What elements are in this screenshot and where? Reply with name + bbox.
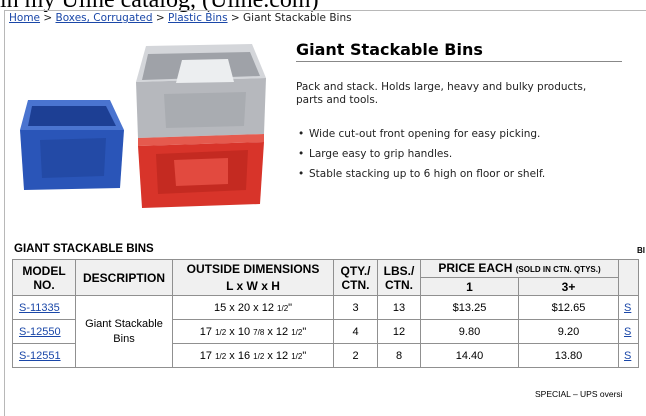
breadcrumb-separator: > xyxy=(152,12,168,24)
header-price-tier-1: 1 xyxy=(420,277,519,296)
model-cell: S-12550 xyxy=(12,319,76,344)
qty-cell: 4 xyxy=(333,319,378,344)
inch-mark: " xyxy=(288,301,293,314)
breadcrumb-current: Giant Stackable Bins xyxy=(243,12,352,24)
feature-item: Stable stacking up to 6 high on floor or… xyxy=(296,164,545,184)
model-cell: S-11335 xyxy=(12,295,76,320)
breadcrumb-plastic-bins-link[interactable]: Plastic Bins xyxy=(168,12,228,24)
specs-table: MODEL NO. DESCRIPTION OUTSIDE DIMENSIONS… xyxy=(12,259,639,368)
product-description: Pack and stack. Holds large, heavy and b… xyxy=(296,81,587,106)
footnote: SPECIAL – UPS oversi xyxy=(535,389,623,399)
dim-height: 12 xyxy=(275,349,289,362)
header-qty-ctn: QTY./ CTN. xyxy=(333,259,378,296)
blue-bin-illustration xyxy=(20,100,124,190)
clipped-link[interactable]: S xyxy=(619,302,638,314)
model-cell: S-12551 xyxy=(12,343,76,368)
model-link[interactable]: S-12550 xyxy=(13,326,75,338)
product-title: Giant Stackable Bins xyxy=(296,40,483,59)
dim-height-fraction: 1/2 xyxy=(291,327,303,337)
clipped-link-cell: S xyxy=(618,295,639,320)
header-lbs-ctn: LBS./ CTN. xyxy=(377,259,421,296)
dimensions-cell: 15 x 20 x 12 1/2" xyxy=(172,295,334,320)
header-description: DESCRIPTION xyxy=(75,259,173,296)
dimensions-cell: 17 1/2 x 16 1/2 x 12 1/2" xyxy=(172,343,334,368)
clipped-edge-text: BI xyxy=(637,246,645,255)
qty-cell: 3 xyxy=(333,295,378,320)
breadcrumb: Home > Boxes, Corrugated > Plastic Bins … xyxy=(9,12,352,24)
model-link[interactable]: S-12551 xyxy=(13,350,75,362)
qty-cell: 2 xyxy=(333,343,378,368)
feature-item: Wide cut-out front opening for easy pick… xyxy=(296,124,545,144)
header-price-tier-3plus: 3+ xyxy=(518,277,619,296)
price-1-cell: 14.40 xyxy=(420,343,519,368)
clipped-link-cell: S xyxy=(618,319,639,344)
dim-length-fraction: 1/2 xyxy=(215,351,227,361)
dim-width: 10 xyxy=(237,325,251,338)
inch-mark: " xyxy=(302,349,307,362)
dimensions-cell: 17 1/2 x 10 7/8 x 12 1/2" xyxy=(172,319,334,344)
table-section-heading: GIANT STACKABLE BINS xyxy=(14,243,154,255)
feature-list: Wide cut-out front opening for easy pick… xyxy=(296,124,545,184)
title-divider xyxy=(296,61,622,62)
dim-width-fraction: 1/2 xyxy=(253,351,265,361)
price-1-cell: $13.25 xyxy=(420,295,519,320)
header-lwh: L x W x H xyxy=(172,277,334,296)
dim-height: 12 xyxy=(261,301,274,314)
price-3plus-cell: 9.20 xyxy=(518,319,619,344)
price-3plus-cell: 13.80 xyxy=(518,343,619,368)
model-link[interactable]: S-11335 xyxy=(13,302,75,314)
price-3plus-cell: $12.65 xyxy=(518,295,619,320)
header-price-each: PRICE EACH (SOLD IN CTN. QTYS.) xyxy=(420,259,619,278)
price-note: (SOLD IN CTN. QTYS.) xyxy=(515,264,601,274)
clipped-link[interactable]: S xyxy=(619,350,638,362)
header-clipped xyxy=(618,259,639,296)
gray-bin-illustration xyxy=(136,44,266,138)
dim-length: 17 xyxy=(199,349,213,362)
dim-width: 16 xyxy=(237,349,251,362)
price-each-label: PRICE EACH xyxy=(438,260,513,275)
dim-width: 20 xyxy=(237,301,251,314)
breadcrumb-boxes-link[interactable]: Boxes, Corrugated xyxy=(56,12,153,24)
dim-length: 15 xyxy=(213,301,227,314)
price-1-cell: 9.80 xyxy=(420,319,519,344)
dim-width-fraction: 7/8 xyxy=(253,327,265,337)
header-outside-dimensions: OUTSIDE DIMENSIONS xyxy=(172,259,334,278)
dim-length: 17 xyxy=(199,325,213,338)
lbs-cell: 12 xyxy=(377,319,421,344)
breadcrumb-separator: > xyxy=(40,12,56,24)
breadcrumb-home-link[interactable]: Home xyxy=(9,12,40,24)
breadcrumb-separator: > xyxy=(227,12,244,24)
feature-item: Large easy to grip handles. xyxy=(296,144,545,164)
lbs-cell: 13 xyxy=(377,295,421,320)
dim-length-fraction: 1/2 xyxy=(215,327,227,337)
dim-height-fraction: 1/2 xyxy=(277,303,289,313)
dim-height: 12 xyxy=(275,325,289,338)
inch-mark: " xyxy=(302,325,307,338)
product-image xyxy=(20,44,266,208)
dim-height-fraction: 1/2 xyxy=(291,351,303,361)
clipped-link[interactable]: S xyxy=(619,326,638,338)
clipped-link-cell: S xyxy=(618,343,639,368)
lbs-cell: 8 xyxy=(377,343,421,368)
description-cell: Giant Stackable Bins xyxy=(75,295,173,368)
header-model-no: MODEL NO. xyxy=(12,259,76,296)
red-bin-illustration xyxy=(138,134,264,208)
table-row: S-11335 Giant Stackable Bins 15 x 20 x 1… xyxy=(12,295,639,368)
